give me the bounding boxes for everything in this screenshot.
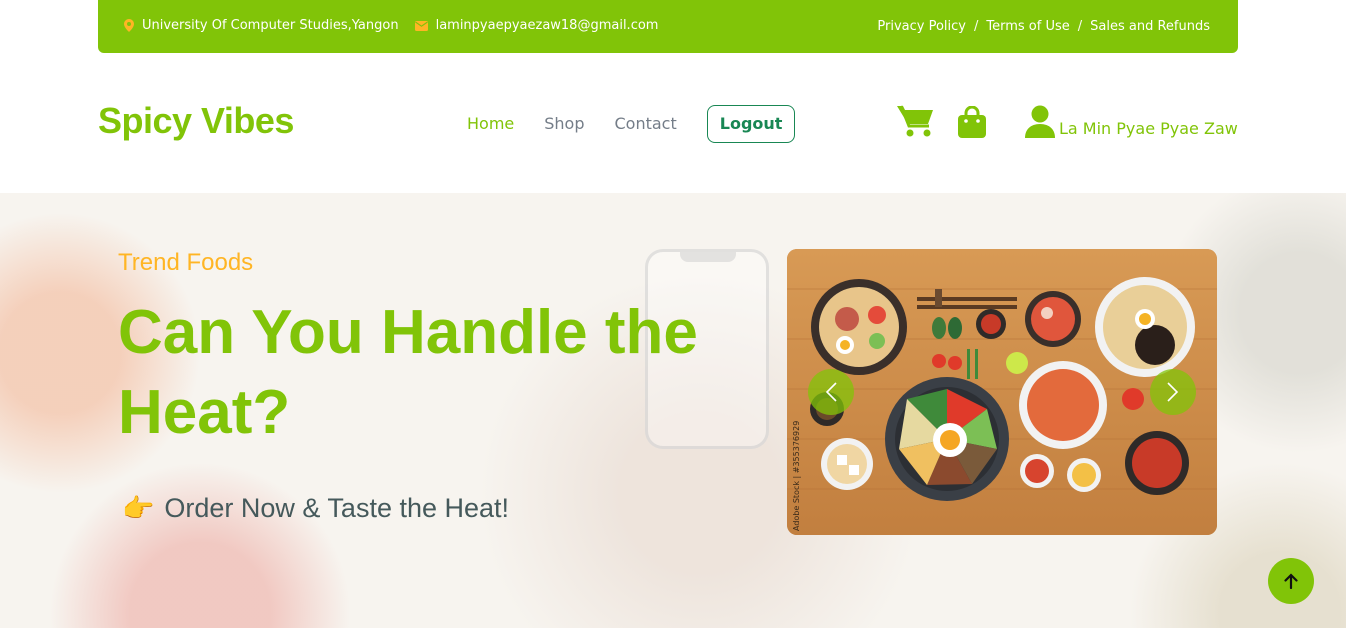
cta-text: Order Now & Taste the Heat!	[164, 493, 510, 523]
envelope-icon	[414, 20, 428, 31]
carousel-prev-button[interactable]	[808, 369, 854, 415]
policy-links: Privacy Policy / Terms of Use / Sales an…	[877, 19, 1210, 34]
logout-button[interactable]: Logout	[706, 105, 796, 143]
stock-watermark: Adobe Stock | #355376929	[792, 421, 801, 531]
address-text: University Of Computer Studies,Yangon	[142, 18, 399, 33]
map-marker-icon	[124, 19, 134, 32]
carousel-next-button[interactable]	[1150, 369, 1196, 415]
chevron-left-icon	[825, 382, 837, 402]
phone-notch	[680, 252, 736, 262]
chevron-right-icon	[1167, 382, 1179, 402]
main-nav: Home Shop Contact Logout	[467, 105, 796, 143]
pointing-hand-icon: 👉	[122, 493, 155, 523]
food-carousel: Adobe Stock | #355376929	[787, 249, 1217, 535]
address-item: University Of Computer Studies,Yangon	[124, 18, 399, 33]
cart-icon	[897, 105, 933, 137]
privacy-policy-link[interactable]: Privacy Policy	[877, 19, 966, 34]
cart-button[interactable]	[897, 104, 935, 142]
email-text[interactable]: laminpyaepyaezaw18@gmail.com	[436, 18, 659, 33]
shopping-bag-button[interactable]	[957, 105, 987, 142]
email-item[interactable]: laminpyaepyaezaw18@gmail.com	[414, 18, 659, 33]
user-account[interactable]: La Min Pyae Pyae Zaw	[1025, 105, 1238, 138]
nav-shop-link[interactable]: Shop	[544, 105, 584, 143]
user-name: La Min Pyae Pyae Zaw	[1059, 119, 1238, 138]
hero-section: Trend Foods Can You Handle the Heat? 👉 O…	[0, 193, 1346, 628]
terms-of-use-link[interactable]: Terms of Use	[986, 19, 1069, 34]
user-icon	[1025, 105, 1055, 138]
hero-headline: Can You Handle the Heat?	[118, 298, 698, 447]
link-separator: /	[1077, 19, 1083, 34]
brand-logo[interactable]: Spicy Vibes	[98, 100, 294, 142]
link-separator: /	[973, 19, 979, 34]
arrow-up-icon	[1284, 573, 1298, 589]
hero-cta: 👉 Order Now & Taste the Heat!	[122, 493, 509, 524]
contact-info: University Of Computer Studies,Yangon la…	[124, 18, 658, 33]
back-to-top-button[interactable]	[1268, 558, 1314, 604]
sales-refunds-link[interactable]: Sales and Refunds	[1090, 19, 1210, 34]
nav-home-link[interactable]: Home	[467, 105, 514, 143]
shopping-bag-icon	[958, 105, 986, 138]
nav-contact-link[interactable]: Contact	[615, 105, 677, 143]
top-bar: University Of Computer Studies,Yangon la…	[98, 0, 1238, 53]
hero-kicker: Trend Foods	[118, 249, 254, 276]
